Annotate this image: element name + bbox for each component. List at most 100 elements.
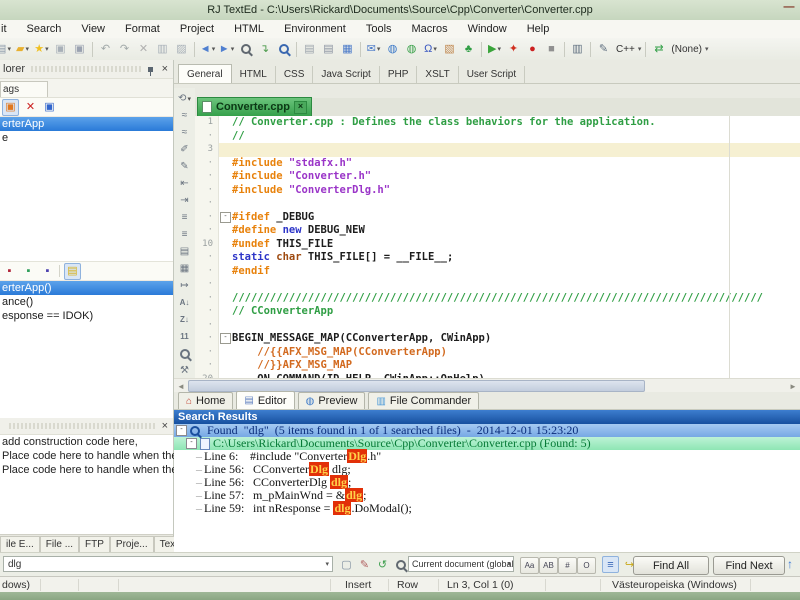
refresh-button[interactable]: ⟲▾ [176,90,193,107]
snippets-button[interactable]: ▧ [440,40,459,58]
tab-user-script[interactable]: User Script [459,66,525,83]
browser-preview-button[interactable]: ◍ [383,40,402,58]
indent-increase-button[interactable]: ⇥ [176,192,193,209]
zoom-button[interactable] [176,345,193,362]
goto-button[interactable]: ↴ [255,40,274,58]
find-next-button[interactable]: Find Next [713,556,785,575]
menu-tools[interactable]: Tools [356,23,402,35]
find-in-files-button[interactable] [274,40,293,58]
reformat-2-button[interactable]: ≈ [176,124,193,141]
tab-file-commander[interactable]: ▥File Commander [368,392,479,409]
undo-button[interactable]: ↶ [96,40,115,58]
sort-ascending-button[interactable]: A↓ [176,294,193,311]
grid-button[interactable]: ▦ [176,260,193,277]
filter-classes-button[interactable]: ▪ [2,264,17,279]
delete-tags-button[interactable]: ✕ [23,100,38,115]
list-item[interactable]: esponse == IDOK) [0,309,173,323]
syntax-selector[interactable]: C++▾ [613,40,642,58]
save-all-button[interactable]: ▣ [70,40,89,58]
tab-tags[interactable]: ags [0,81,48,97]
highlight-matches-button[interactable]: ✎ [356,556,373,573]
navigate-back-button[interactable]: ◄▾ [198,40,217,58]
sidebar-tab-ftp[interactable]: FTP [79,536,110,552]
sidebar-tab-ilee[interactable]: ile E... [0,536,40,552]
tab-general[interactable]: General [178,64,232,83]
copy-button[interactable]: ▥ [153,40,172,58]
code-editor[interactable]: 1// Converter.cpp : Defines the class be… [195,116,800,378]
find-all-button[interactable]: Find All [633,556,709,575]
fold-toggle-icon[interactable]: - [220,333,231,344]
search-option-ab[interactable]: AB [539,557,558,574]
menu-view[interactable]: View [71,23,115,35]
show-comments-button[interactable]: ▤ [64,263,81,280]
highlighter-pen-button[interactable]: ✎ [594,40,613,58]
tag-settings-button[interactable]: ▣ [42,100,57,115]
save-button[interactable]: ▣ [51,40,70,58]
sync-target-selector[interactable]: (None)▾ [668,40,709,58]
menu-search[interactable]: Search [17,23,72,35]
menu-window[interactable]: Window [458,23,517,35]
special-chars-button[interactable]: Ω▾ [421,40,440,58]
browser-preview-2-button[interactable]: ◍ [402,40,421,58]
paste-button[interactable]: ▨ [172,40,191,58]
run-script-button[interactable]: ✦ [504,40,523,58]
list-format-2-button[interactable]: ≡ [176,226,193,243]
explorer-close-icon[interactable]: × [162,64,168,74]
reformat-button[interactable]: ≈ [176,107,193,124]
results-list-toggle[interactable]: ≡ [602,556,619,573]
search-input[interactable]: dlg ▾ [3,556,333,572]
todo-close-icon[interactable]: × [162,421,168,431]
refresh-search-button[interactable]: ↺ [374,556,391,573]
quick-find-button[interactable] [392,556,409,573]
split-view-button[interactable]: ▥ [568,40,587,58]
sort-descending-button[interactable]: Z↓ [176,311,193,328]
insert-button[interactable]: ↦ [176,277,193,294]
tab-home[interactable]: ⌂Home [178,392,233,409]
find-button[interactable] [236,40,255,58]
plugins-button[interactable]: ♣ [459,40,478,58]
delete-button[interactable]: ✕ [134,40,153,58]
indent-decrease-button[interactable]: ⇤ [176,175,193,192]
sidebar-tab-proje[interactable]: Proje... [110,536,154,552]
list-item[interactable]: erterApp() [0,281,173,295]
duplicate-button[interactable]: ▤ [176,243,193,260]
redo-button[interactable]: ↷ [115,40,134,58]
menu-environment[interactable]: Environment [274,23,356,35]
collapse-icon[interactable]: - [176,425,187,436]
menu-project[interactable]: Project [170,23,224,35]
tag-filter-button[interactable]: ▣ [2,99,19,116]
tab-html[interactable]: HTML [232,66,276,83]
tree-item[interactable]: erterApp [0,117,173,131]
tools-button[interactable]: ⚒ [176,362,193,379]
format-wand-button[interactable]: ✐ [176,141,193,158]
email-button[interactable]: ✉▾ [364,40,383,58]
stop-macro-button[interactable]: ■ [542,40,561,58]
print-button[interactable]: ▤ [300,40,319,58]
navigate-forward-button[interactable]: ►▾ [217,40,236,58]
tab-close-icon[interactable]: × [294,101,307,114]
new-search-button[interactable]: ▢ [338,556,355,573]
filter-functions-button[interactable]: ▪ [21,264,36,279]
list-format-button[interactable]: ≡ [176,209,193,226]
chevron-down-icon[interactable]: ▾ [325,560,329,568]
search-option-o[interactable]: O [577,557,596,574]
fold-toggle-icon[interactable]: - [220,212,231,223]
line-tools-button[interactable]: 11 [176,328,193,345]
menu-help[interactable]: Help [517,23,560,35]
tab-css[interactable]: CSS [276,66,314,83]
record-macro-button[interactable]: ● [523,40,542,58]
favorites-button[interactable]: ★▾ [32,40,51,58]
sync-button[interactable]: ⇄ [649,40,668,58]
run-button[interactable]: ▶▾ [485,40,504,58]
tree-item[interactable]: e [0,131,173,145]
format-wand-2-button[interactable]: ✎ [176,158,193,175]
panels-button[interactable]: ▦ [338,40,357,58]
pin-icon[interactable] [148,67,153,72]
minimize-button[interactable]: — [782,2,796,14]
search-up-icon[interactable]: ↑ [787,557,793,571]
title-bar[interactable]: RJ TextEd - C:\Users\Rickard\Documents\S… [0,0,800,20]
tab-xslt[interactable]: XSLT [417,66,458,83]
scroll-right-arrow[interactable]: ► [786,382,800,391]
todo-item[interactable]: Place code here to handle when the · [0,449,173,463]
scroll-left-arrow[interactable]: ◄ [174,382,188,391]
